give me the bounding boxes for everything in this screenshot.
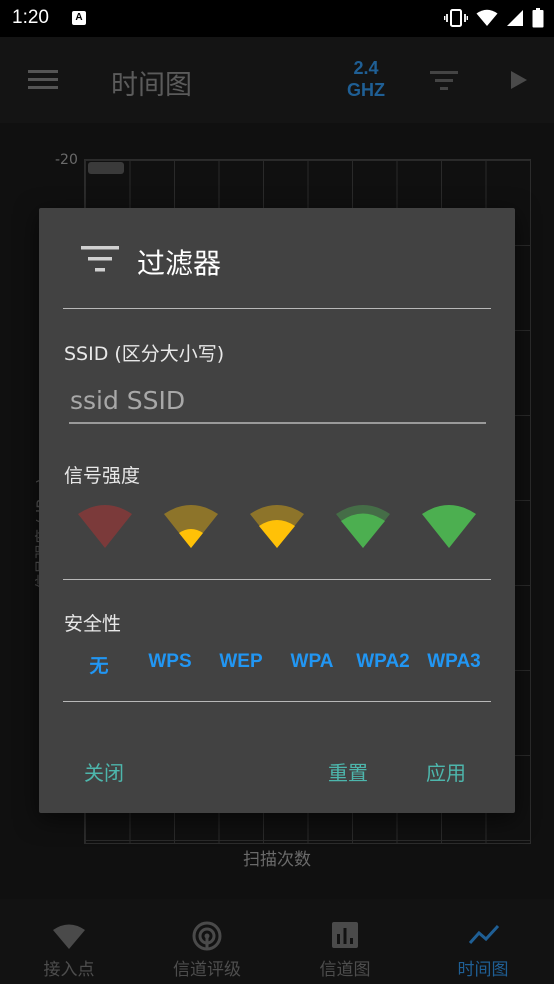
status-bar: 1:20 A bbox=[0, 0, 554, 37]
apply-button[interactable]: 应用 bbox=[426, 757, 466, 786]
nav-label: 信道图 bbox=[319, 960, 371, 980]
ssid-label: SSID (区分大小写) bbox=[64, 343, 225, 365]
band-unit: GHZ bbox=[347, 80, 385, 100]
band-value: 2.4 bbox=[353, 58, 379, 78]
signal-strength-options bbox=[39, 504, 515, 554]
signal-level-1-icon[interactable] bbox=[77, 504, 133, 550]
nav-label: 接入点 bbox=[43, 960, 95, 980]
signal-strength-label: 信号强度 bbox=[64, 465, 141, 487]
nav-channel-graph[interactable]: 信道图 bbox=[276, 899, 414, 984]
signal-rating-icon bbox=[192, 921, 222, 951]
signal-level-4-icon[interactable] bbox=[335, 504, 391, 550]
divider bbox=[63, 701, 491, 702]
security-wpa3[interactable]: WPA3 bbox=[418, 651, 490, 673]
status-time: 1:20 bbox=[12, 7, 49, 28]
signal-level-3-icon[interactable] bbox=[249, 504, 305, 550]
nav-channel-rating[interactable]: 信道评级 bbox=[138, 899, 276, 984]
filter-icon bbox=[81, 246, 119, 272]
wifi-icon bbox=[53, 924, 85, 949]
reset-button[interactable]: 重置 bbox=[328, 757, 368, 786]
wifi-status-icon bbox=[476, 9, 498, 26]
page-title: 时间图 bbox=[111, 70, 192, 101]
dialog-title: 过滤器 bbox=[137, 247, 222, 280]
security-wep[interactable]: WEP bbox=[205, 651, 277, 673]
cell-signal-icon bbox=[507, 10, 523, 26]
security-none[interactable]: 无 bbox=[63, 651, 135, 678]
signal-level-2-icon[interactable] bbox=[163, 504, 219, 550]
signal-level-5-icon[interactable] bbox=[421, 504, 477, 550]
nav-access-points[interactable]: 接入点 bbox=[0, 899, 138, 984]
app-toolbar: 时间图 2.4 GHZ bbox=[0, 37, 554, 123]
notification-a-icon: A bbox=[72, 11, 86, 25]
security-wps[interactable]: WPS bbox=[134, 651, 206, 673]
bottom-navigation: 接入点 信道评级 信道图 时间图 bbox=[0, 899, 554, 984]
security-label: 安全性 bbox=[64, 613, 122, 635]
x-axis-label: 扫描次数 bbox=[243, 850, 311, 870]
legend-box bbox=[88, 162, 124, 174]
divider bbox=[63, 579, 491, 580]
band-toggle[interactable]: 2.4 GHZ bbox=[338, 57, 394, 101]
nav-label: 信道评级 bbox=[173, 960, 241, 980]
vibrate-icon bbox=[444, 9, 468, 27]
security-options: 无 WPS WEP WPA WPA2 WPA3 bbox=[63, 651, 493, 677]
status-icons bbox=[444, 8, 544, 28]
nav-time-graph[interactable]: 时间图 bbox=[414, 899, 552, 984]
security-wpa[interactable]: WPA bbox=[276, 651, 348, 673]
line-chart-icon bbox=[468, 924, 500, 945]
filter-dialog: 过滤器 SSID (区分大小写) 信号强度 安全性 无 WPS WEP WPA … bbox=[39, 208, 515, 813]
menu-icon[interactable] bbox=[28, 70, 58, 90]
divider bbox=[63, 308, 491, 309]
security-wpa2[interactable]: WPA2 bbox=[347, 651, 419, 673]
y-tick-top: -20 bbox=[55, 152, 78, 168]
play-icon[interactable] bbox=[510, 70, 528, 90]
close-button[interactable]: 关闭 bbox=[84, 757, 124, 786]
nav-label: 时间图 bbox=[457, 960, 509, 980]
bar-chart-icon bbox=[332, 922, 358, 948]
filter-icon[interactable] bbox=[430, 71, 458, 91]
battery-icon bbox=[532, 8, 544, 28]
ssid-input[interactable] bbox=[69, 378, 486, 424]
